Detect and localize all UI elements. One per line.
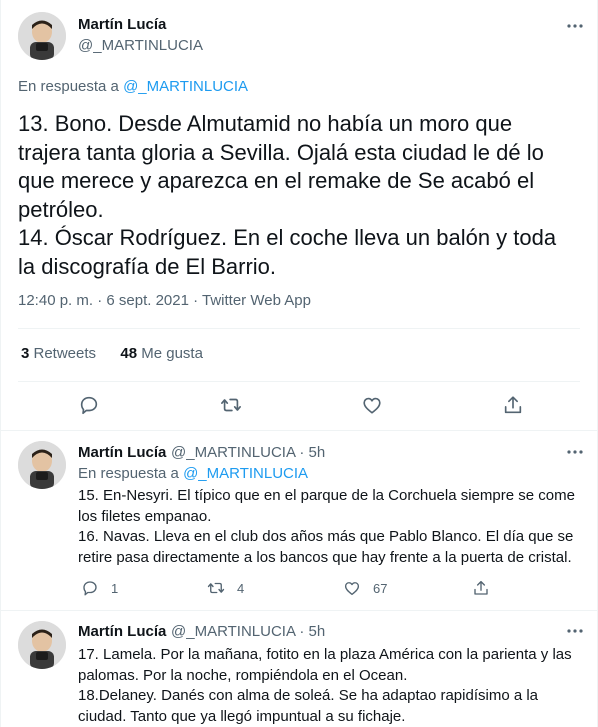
tweet-line: 16. Navas. Lleva en el club dos años más… (78, 528, 574, 545)
avatar[interactable] (18, 441, 66, 489)
author-handle[interactable]: @_MARTINLUCIA · 5h (171, 444, 325, 461)
tweet-line: 14. Óscar Rodríguez. En el coche lleva u… (18, 225, 557, 250)
reply-count: 1 (111, 580, 119, 596)
reply-prefix: En respuesta a (18, 78, 124, 95)
author-handle[interactable]: @_MARTINLUCIA (78, 37, 203, 54)
retweet-icon[interactable] (220, 394, 242, 416)
tweet-line: 15. En-Nesyri. El típico que en el parqu… (78, 487, 575, 504)
reply-context: En respuesta a @_MARTINLUCIA (78, 465, 308, 482)
divider (18, 381, 580, 382)
tweet-line: 17. Lamela. Por la mañana, fotito en la … (78, 646, 572, 663)
author-handle[interactable]: @_MARTINLUCIA · 5h (171, 623, 325, 640)
avatar-image (18, 441, 66, 489)
tweet-text: 13. Bono. Desde Almutamid no había un mo… (18, 110, 580, 281)
author-name[interactable]: Martín Lucía (78, 16, 166, 33)
likes-stat[interactable]: 48 Me gusta (120, 345, 203, 362)
reply-icon[interactable] (78, 394, 100, 416)
avatar-image (18, 12, 66, 60)
reply-handle-link[interactable]: @_MARTINLUCIA (123, 78, 248, 95)
avatar[interactable] (18, 621, 66, 669)
reply-context: En respuesta a @_MARTINLUCIA (18, 78, 248, 95)
tweet-line: trajera tanta gloria a Sevilla. Ojalá es… (18, 139, 544, 165)
more-icon[interactable] (565, 16, 585, 36)
retweets-stat[interactable]: 3 Retweets (21, 345, 96, 362)
tweet-line: la discografía de El Barrio. (18, 253, 277, 279)
reply-handle-link[interactable]: @_MARTINLUCIA (183, 465, 308, 482)
tweet-line: los filetes empanao. (78, 507, 212, 525)
avatar[interactable] (18, 12, 66, 60)
like-icon[interactable] (361, 394, 383, 416)
retweet-action[interactable]: 4 (207, 579, 244, 597)
share-action[interactable] (472, 579, 490, 597)
reply-prefix: En respuesta a (78, 465, 184, 482)
avatar-image (18, 621, 66, 669)
like-action[interactable]: 67 (343, 579, 387, 597)
divider (18, 328, 580, 329)
tweet-line: retire pasa directamente a los bancos qu… (78, 548, 572, 566)
tweet-timestamp[interactable]: 12:40 p. m. · 6 sept. 2021 · Twitter Web… (18, 292, 311, 309)
like-count: 67 (373, 580, 388, 596)
reply-action[interactable]: 1 (81, 579, 118, 597)
divider (1, 610, 597, 611)
tweet-thread: Martín Lucía @_MARTINLUCIA En respuesta … (0, 0, 598, 727)
share-icon[interactable] (502, 394, 524, 416)
tweet-line: que merece y aparezca en el remake de Se… (18, 168, 535, 193)
divider (1, 430, 597, 431)
tweet-line: palomas. Por la noche, rompiéndola en el… (78, 666, 408, 684)
tweet-line: 18.Delaney. Danés con alma de soleá. Se … (78, 687, 539, 704)
tweet-line: 13. Bono. Desde Almutamid no había un mo… (18, 111, 513, 136)
retweet-count: 4 (237, 580, 245, 596)
tweet-text: 17. Lamela. Por la mañana, fotito en la … (78, 645, 583, 727)
tweet-line: ciudad. Tanto que ya llegó impuntual a s… (78, 707, 406, 725)
likes-label: Me gusta (137, 345, 203, 362)
like-icon[interactable] (343, 579, 361, 597)
likes-count: 48 (120, 345, 138, 362)
tweet-text: 15. En-Nesyri. El típico que en el parqu… (78, 486, 583, 568)
tweet-line: petróleo. (18, 196, 104, 222)
reply-icon[interactable] (81, 579, 99, 597)
tweet-stats: 3 Retweets 48 Me gusta (21, 345, 203, 362)
retweet-icon[interactable] (207, 579, 225, 597)
share-icon[interactable] (472, 579, 490, 597)
author-name[interactable]: Martín Lucía (78, 444, 166, 461)
author-name[interactable]: Martín Lucía (78, 623, 166, 640)
more-icon[interactable] (565, 442, 585, 462)
retweets-label: Retweets (29, 345, 97, 362)
more-icon[interactable] (565, 621, 585, 641)
